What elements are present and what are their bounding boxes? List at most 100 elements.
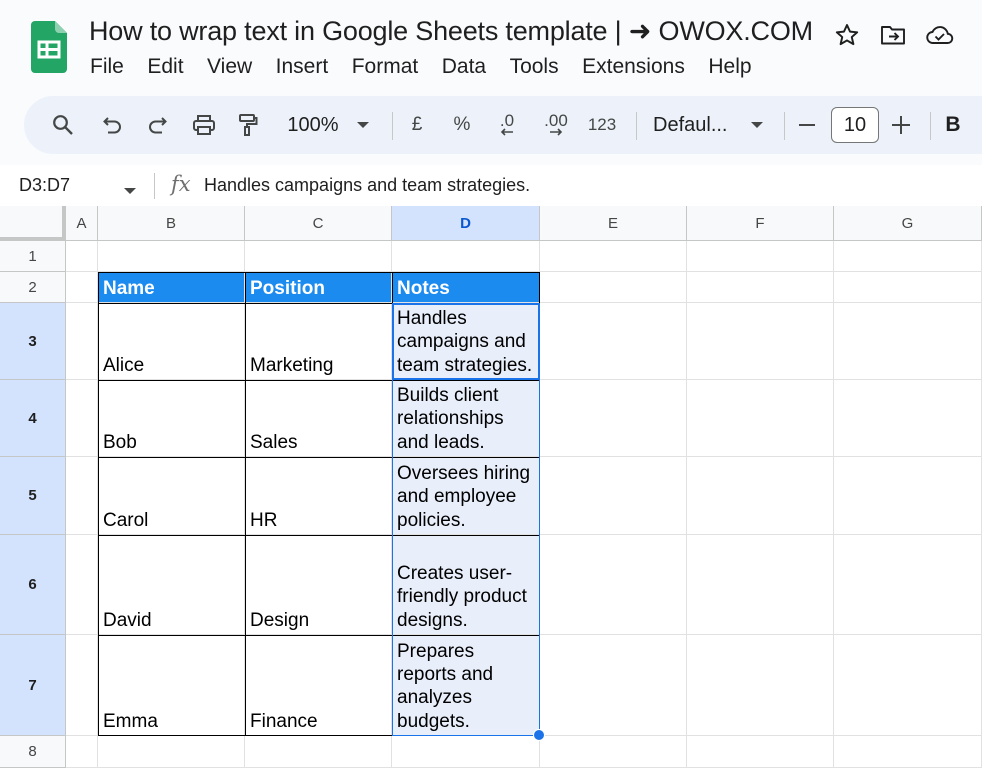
cell-b1[interactable] (98, 241, 245, 272)
cell-b7[interactable]: Emma (98, 635, 245, 736)
cell-b2[interactable]: Name (98, 272, 245, 303)
cell-a7[interactable] (66, 635, 98, 736)
column-header-a[interactable]: A (66, 206, 98, 241)
row-header-1[interactable]: 1 (0, 241, 66, 272)
cell-f7[interactable] (687, 635, 834, 736)
cell-g7[interactable] (834, 635, 982, 736)
row-header-8[interactable]: 8 (0, 736, 66, 768)
menu-view[interactable]: View (207, 55, 252, 83)
cell-g4[interactable] (834, 380, 982, 457)
cell-f5[interactable] (687, 457, 834, 535)
cell-b5[interactable]: Carol (98, 457, 245, 535)
font-family-select[interactable]: Defaul... (646, 96, 740, 154)
cell-f3[interactable] (687, 303, 834, 380)
menu-insert[interactable]: Insert (276, 55, 329, 83)
cell-c3[interactable]: Marketing (245, 303, 392, 380)
cell-d4[interactable]: Builds client relationships and leads. (392, 380, 540, 457)
sheets-logo-icon[interactable] (31, 21, 67, 73)
cell-f1[interactable] (687, 241, 834, 272)
menu-tools[interactable]: Tools (510, 55, 559, 83)
cell-f8[interactable] (687, 736, 834, 768)
cell-g8[interactable] (834, 736, 982, 768)
cell-a1[interactable] (66, 241, 98, 272)
cell-c7[interactable]: Finance (245, 635, 392, 736)
cell-g3[interactable] (834, 303, 982, 380)
font-dropdown-icon[interactable] (746, 96, 768, 154)
menu-help[interactable]: Help (708, 55, 751, 83)
cell-e2[interactable] (540, 272, 687, 303)
undo-icon[interactable] (98, 96, 128, 154)
increase-font-size-icon[interactable] (888, 96, 914, 154)
percent-format-button[interactable]: % (450, 96, 474, 154)
name-box[interactable]: D3:D7 (19, 175, 70, 196)
cell-f6[interactable] (687, 535, 834, 635)
cell-e3[interactable] (540, 303, 687, 380)
decrease-font-size-icon[interactable] (794, 96, 820, 154)
column-header-c[interactable]: C (245, 206, 392, 241)
cell-g5[interactable] (834, 457, 982, 535)
search-menus-icon[interactable] (48, 96, 78, 154)
cell-a5[interactable] (66, 457, 98, 535)
cell-g2[interactable] (834, 272, 982, 303)
menu-edit[interactable]: Edit (147, 55, 183, 83)
cell-e1[interactable] (540, 241, 687, 272)
column-header-e[interactable]: E (540, 206, 687, 241)
cell-b3[interactable]: Alice (98, 303, 245, 380)
print-icon[interactable] (188, 96, 220, 154)
cell-e4[interactable] (540, 380, 687, 457)
row-header-4[interactable]: 4 (0, 380, 66, 457)
cell-e7[interactable] (540, 635, 687, 736)
cell-f2[interactable] (687, 272, 834, 303)
cell-a4[interactable] (66, 380, 98, 457)
cell-a8[interactable] (66, 736, 98, 768)
cell-d2[interactable]: Notes (392, 272, 540, 303)
cell-b6[interactable]: David (98, 535, 245, 635)
zoom-dropdown-icon[interactable] (352, 96, 374, 154)
star-icon[interactable] (832, 20, 862, 50)
cell-c4[interactable]: Sales (245, 380, 392, 457)
cell-d1[interactable] (392, 241, 540, 272)
cell-c2[interactable]: Position (245, 272, 392, 303)
formula-input[interactable]: Handles campaigns and team strategies. (204, 175, 530, 196)
column-header-d[interactable]: D (392, 206, 540, 241)
cell-b4[interactable]: Bob (98, 380, 245, 457)
cell-c6[interactable]: Design (245, 535, 392, 635)
select-all-corner[interactable] (0, 206, 66, 241)
currency-format-button[interactable]: £ (404, 96, 430, 154)
row-header-5[interactable]: 5 (0, 457, 66, 535)
decrease-decimal-button[interactable]: .0 (490, 96, 524, 154)
column-header-g[interactable]: G (834, 206, 982, 241)
increase-decimal-button[interactable]: .00 (536, 96, 576, 154)
paint-format-icon[interactable] (232, 96, 264, 154)
cell-g6[interactable] (834, 535, 982, 635)
menu-extensions[interactable]: Extensions (582, 55, 685, 83)
column-header-f[interactable]: F (687, 206, 834, 241)
cell-c5[interactable]: HR (245, 457, 392, 535)
cell-c1[interactable] (245, 241, 392, 272)
cloud-saved-icon[interactable] (925, 20, 955, 50)
cell-a6[interactable] (66, 535, 98, 635)
name-box-dropdown-icon[interactable] (124, 182, 136, 200)
cell-e6[interactable] (540, 535, 687, 635)
cell-g1[interactable] (834, 241, 982, 272)
column-header-b[interactable]: B (98, 206, 245, 241)
bold-button[interactable]: B (940, 96, 966, 154)
move-to-folder-icon[interactable] (878, 20, 908, 50)
cell-a3[interactable] (66, 303, 98, 380)
cell-f4[interactable] (687, 380, 834, 457)
cell-d7[interactable]: Prepares reports and analyzes budgets. (392, 635, 540, 736)
cell-e8[interactable] (540, 736, 687, 768)
more-formats-button[interactable]: 123 (586, 96, 618, 154)
zoom-value[interactable]: 100% (282, 96, 344, 154)
row-header-7[interactable]: 7 (0, 635, 66, 736)
menu-data[interactable]: Data (442, 55, 486, 83)
row-header-3[interactable]: 3 (0, 303, 66, 380)
cell-d3[interactable]: Handles campaigns and team strategies. (392, 303, 540, 380)
menu-format[interactable]: Format (352, 55, 419, 83)
cell-c8[interactable] (245, 736, 392, 768)
cell-e5[interactable] (540, 457, 687, 535)
cell-d5[interactable]: Oversees hiring and employee policies. (392, 457, 540, 535)
cell-d6[interactable]: Creates user-friendly product designs. (392, 535, 540, 635)
redo-icon[interactable] (142, 96, 172, 154)
cell-d8[interactable] (392, 736, 540, 768)
